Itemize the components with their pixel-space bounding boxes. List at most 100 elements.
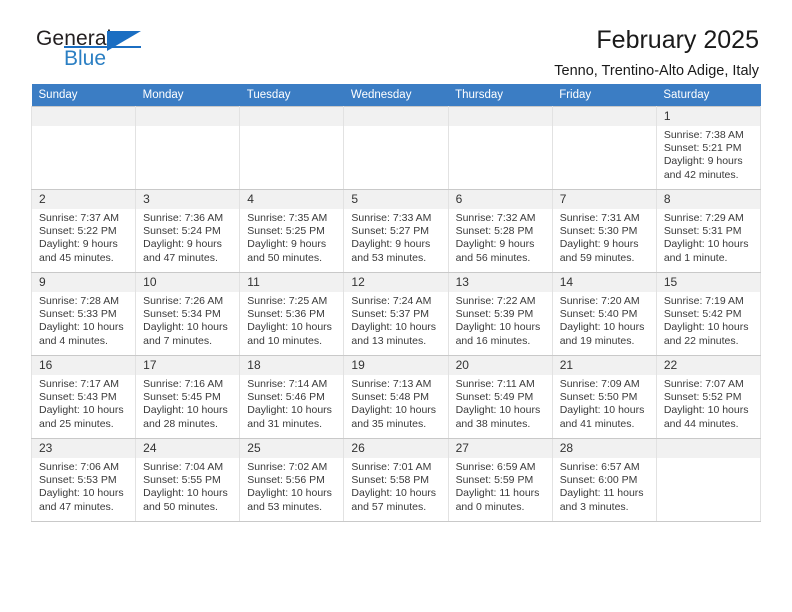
page-title: February 2025 [596, 26, 759, 54]
sunset-text: Sunset: 5:56 PM [247, 474, 325, 487]
calendar-day-cell[interactable]: 18 Sunrise: 7:14 AM Sunset: 5:46 PM Dayligh… [239, 355, 345, 439]
sunrise-text: Sunrise: 6:57 AM [559, 461, 640, 473]
sunset-text: Sunset: 5:52 PM [663, 391, 742, 404]
sunrise-text: Sunrise: 6:59 AM [455, 461, 536, 473]
calendar-day-cell[interactable]: 3 Sunrise: 7:36 AM Sunset: 5:24 PM Daylight… [135, 189, 241, 273]
day-cell-inner: 9 Sunrise: 7:28 AM Sunset: 5:33 PM Daylight… [32, 273, 136, 348]
calendar-table: Sunday Monday Tuesday Wednesday Thursday… [30, 84, 762, 522]
sunrise-text: Sunrise: 7:29 AM [663, 212, 744, 224]
daylight-text-line2: and 16 minutes. [455, 334, 531, 347]
day-cell-inner: 16 Sunrise: 7:17 AM Sunset: 5:43 PM Dayligh… [32, 356, 136, 431]
sun-info: Sunrise: 7:06 AM Sunset: 5:53 PM Daylight:… [32, 458, 135, 514]
daylight-text-line1: Daylight: 10 hours [247, 487, 332, 500]
calendar-day-cell[interactable]: 13 Sunrise: 7:22 AM Sunset: 5:39 PM Dayligh… [447, 272, 553, 356]
day-cell-inner: 13 Sunrise: 7:22 AM Sunset: 5:39 PM Dayligh… [448, 273, 552, 348]
sun-info: Sunrise: 7:32 AM Sunset: 5:28 PM Daylight:… [449, 209, 552, 265]
sunrise-text: Sunrise: 7:25 AM [247, 295, 328, 307]
calendar-day-cell[interactable]: 19 Sunrise: 7:13 AM Sunset: 5:48 PM Dayligh… [343, 355, 449, 439]
calendar-day-cell[interactable]: 5 Sunrise: 7:33 AM Sunset: 5:27 PM Daylight… [343, 189, 449, 273]
sunrise-text: Sunrise: 7:38 AM [663, 129, 744, 141]
generalblue-logo: General Blue [36, 26, 148, 74]
calendar-day-cell[interactable]: 2 Sunrise: 7:37 AM Sunset: 5:22 PM Daylight… [30, 189, 137, 273]
daylight-text-line1: Daylight: 9 hours [455, 238, 535, 251]
day-cell-inner: 3 Sunrise: 7:36 AM Sunset: 5:24 PM Daylight… [136, 190, 240, 265]
calendar-day-cell[interactable]: 26 Sunrise: 7:01 AM Sunset: 5:58 PM Dayligh… [343, 438, 449, 522]
sun-info: Sunrise: 7:02 AM Sunset: 5:56 PM Daylight:… [240, 458, 343, 514]
calendar-day-cell[interactable]: 6 Sunrise: 7:32 AM Sunset: 5:28 PM Daylight… [447, 189, 553, 273]
daylight-text-line1: Daylight: 9 hours [247, 238, 327, 251]
calendar-day-cell[interactable]: 14 Sunrise: 7:20 AM Sunset: 5:40 PM Dayligh… [551, 272, 657, 356]
day-number [240, 107, 344, 126]
calendar-day-cell[interactable]: 20 Sunrise: 7:11 AM Sunset: 5:49 PM Dayligh… [447, 355, 553, 439]
daylight-text-line2: and 28 minutes. [143, 417, 218, 430]
calendar-day-cell[interactable]: 8 Sunrise: 7:29 AM Sunset: 5:31 PM Daylight… [655, 189, 762, 273]
calendar-week-row: 1 Sunrise: 7:38 AM Sunset: 5:21 PM Daylight… [30, 106, 762, 190]
sun-info: Sunrise: 7:36 AM Sunset: 5:24 PM Daylight:… [136, 209, 239, 265]
logo-text-blue: Blue [64, 47, 107, 70]
page-subtitle: Tenno, Trentino-Alto Adige, Italy [554, 63, 759, 79]
day-number: 27 [448, 439, 552, 458]
sun-info: Sunrise: 7:38 AM Sunset: 5:21 PM Daylight:… [657, 126, 760, 182]
daylight-text-line2: and 22 minutes. [663, 334, 739, 347]
day-cell-inner: 15 Sunrise: 7:19 AM Sunset: 5:42 PM Dayligh… [656, 273, 760, 348]
calendar-day-cell[interactable]: 21 Sunrise: 7:09 AM Sunset: 5:50 PM Dayligh… [551, 355, 657, 439]
calendar-day-cell[interactable]: 11 Sunrise: 7:25 AM Sunset: 5:36 PM Dayligh… [239, 272, 345, 356]
calendar-day-cell[interactable]: 17 Sunrise: 7:16 AM Sunset: 5:45 PM Dayligh… [135, 355, 241, 439]
daylight-text-line1: Daylight: 11 hours [559, 487, 644, 500]
daylight-text-line2: and 45 minutes. [39, 251, 114, 264]
calendar-day-cell-empty [343, 106, 449, 190]
calendar-day-cell[interactable]: 9 Sunrise: 7:28 AM Sunset: 5:33 PM Daylight… [30, 272, 137, 356]
daylight-text-line1: Daylight: 9 hours [663, 155, 743, 168]
day-cell-inner: 1 Sunrise: 7:38 AM Sunset: 5:21 PM Daylight… [656, 107, 760, 182]
calendar-day-cell[interactable]: 1 Sunrise: 7:38 AM Sunset: 5:21 PM Daylight… [655, 106, 762, 190]
calendar-day-cell[interactable]: 25 Sunrise: 7:02 AM Sunset: 5:56 PM Dayligh… [239, 438, 345, 522]
calendar-day-cell[interactable]: 10 Sunrise: 7:26 AM Sunset: 5:34 PM Dayligh… [135, 272, 241, 356]
calendar-week-row: 2 Sunrise: 7:37 AM Sunset: 5:22 PM Daylight… [30, 189, 762, 273]
sunrise-text: Sunrise: 7:28 AM [39, 295, 119, 307]
calendar-day-cell[interactable]: 28 Sunrise: 6:57 AM Sunset: 6:00 PM Dayligh… [551, 438, 657, 522]
calendar-day-cell[interactable]: 23 Sunrise: 7:06 AM Sunset: 5:53 PM Dayligh… [30, 438, 137, 522]
daylight-text-line2: and 0 minutes. [455, 500, 525, 513]
day-cell-inner: 11 Sunrise: 7:25 AM Sunset: 5:36 PM Dayligh… [240, 273, 344, 348]
sunset-text: Sunset: 5:25 PM [247, 225, 325, 238]
calendar-day-cell[interactable]: 24 Sunrise: 7:04 AM Sunset: 5:55 PM Dayligh… [135, 438, 241, 522]
sunrise-text: Sunrise: 7:16 AM [143, 378, 224, 390]
calendar-day-cell[interactable]: 27 Sunrise: 6:59 AM Sunset: 5:59 PM Dayligh… [447, 438, 553, 522]
daylight-text-line2: and 53 minutes. [247, 500, 322, 513]
calendar-day-cell[interactable]: 4 Sunrise: 7:35 AM Sunset: 5:25 PM Daylight… [239, 189, 345, 273]
sunrise-text: Sunrise: 7:33 AM [351, 212, 432, 224]
day-number: 25 [240, 439, 344, 458]
day-number [448, 107, 552, 126]
calendar-day-cell[interactable]: 16 Sunrise: 7:17 AM Sunset: 5:43 PM Dayligh… [30, 355, 137, 439]
sun-info: Sunrise: 7:19 AM Sunset: 5:42 PM Daylight:… [657, 292, 760, 348]
calendar-day-cell[interactable]: 12 Sunrise: 7:24 AM Sunset: 5:37 PM Dayligh… [343, 272, 449, 356]
sun-info: Sunrise: 7:22 AM Sunset: 5:39 PM Daylight:… [449, 292, 552, 348]
sunset-text: Sunset: 5:37 PM [351, 308, 430, 321]
day-cell-inner: 22 Sunrise: 7:07 AM Sunset: 5:52 PM Dayligh… [656, 356, 760, 431]
day-cell-inner: 10 Sunrise: 7:26 AM Sunset: 5:34 PM Dayligh… [136, 273, 240, 348]
day-number [32, 107, 136, 126]
daylight-text-line1: Daylight: 10 hours [663, 321, 749, 334]
day-number: 23 [32, 439, 136, 458]
sunset-text: Sunset: 5:50 PM [559, 391, 638, 404]
calendar-day-cell[interactable]: 15 Sunrise: 7:19 AM Sunset: 5:42 PM Dayligh… [655, 272, 762, 356]
daylight-text-line1: Daylight: 10 hours [663, 404, 749, 417]
daylight-text-line2: and 3 minutes. [559, 500, 629, 513]
day-number: 26 [344, 439, 448, 458]
sunrise-text: Sunrise: 7:01 AM [351, 461, 432, 473]
calendar-day-cell-empty [135, 106, 241, 190]
sunset-text: Sunset: 6:00 PM [559, 474, 638, 487]
daylight-text-line2: and 50 minutes. [143, 500, 218, 513]
daylight-text-line2: and 42 minutes. [663, 168, 739, 181]
sunrise-text: Sunrise: 7:19 AM [663, 295, 744, 307]
daylight-text-line2: and 47 minutes. [39, 500, 114, 513]
daylight-text-line2: and 47 minutes. [143, 251, 218, 264]
calendar-day-cell[interactable]: 7 Sunrise: 7:31 AM Sunset: 5:30 PM Daylight… [551, 189, 657, 273]
sunrise-text: Sunrise: 7:04 AM [143, 461, 224, 473]
daylight-text-line2: and 44 minutes. [663, 417, 739, 430]
daylight-text-line1: Daylight: 9 hours [351, 238, 431, 251]
sun-info: Sunrise: 7:29 AM Sunset: 5:31 PM Daylight:… [657, 209, 760, 265]
daylight-text-line1: Daylight: 10 hours [143, 404, 228, 417]
sun-info: Sunrise: 7:31 AM Sunset: 5:30 PM Daylight:… [553, 209, 656, 265]
calendar-day-cell[interactable]: 22 Sunrise: 7:07 AM Sunset: 5:52 PM Dayligh… [655, 355, 762, 439]
